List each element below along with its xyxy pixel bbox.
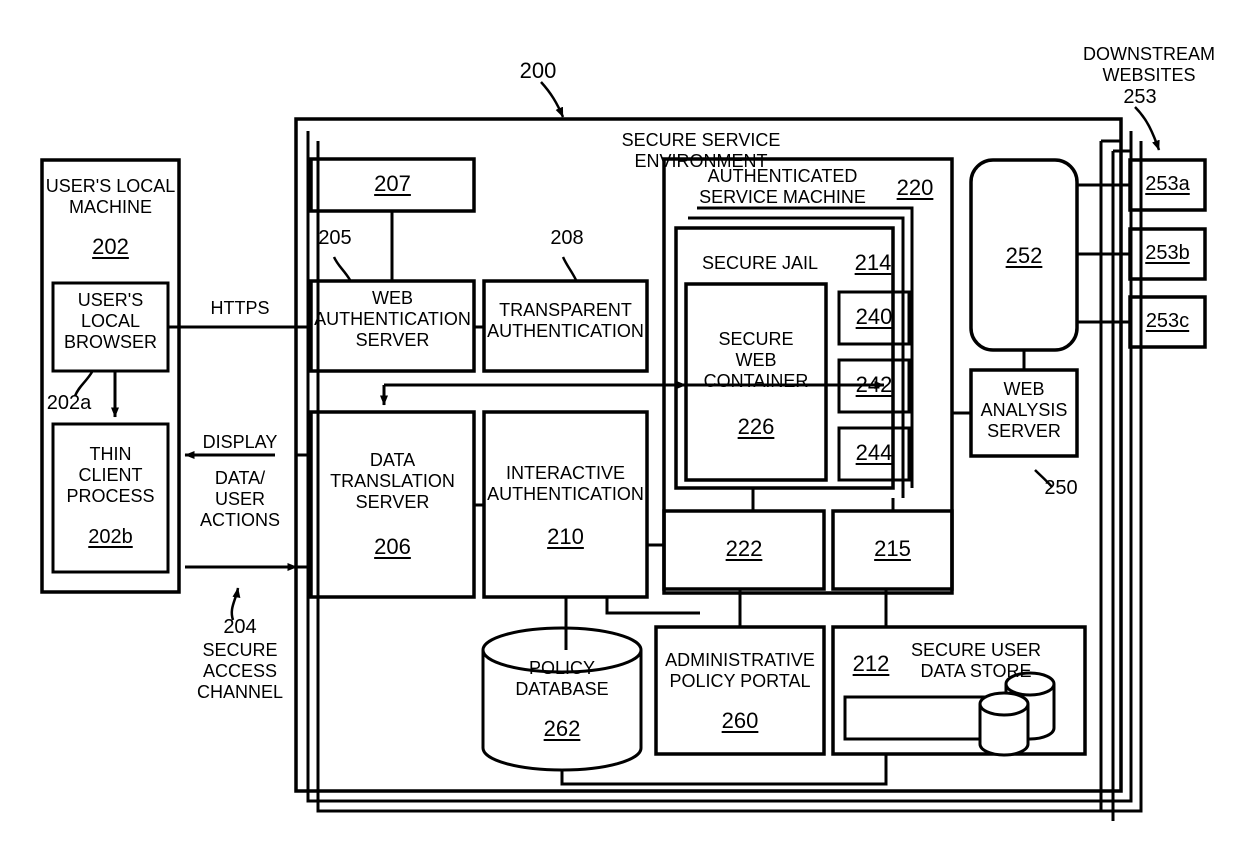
web-auth-server-ref-205: 205 xyxy=(318,227,352,249)
downstream-site-ref-253c: 253c xyxy=(1145,310,1190,332)
authenticated-service-machine-ref-220: 220 xyxy=(896,175,934,200)
transparent-auth-label: TRANSPARENT AUTHENTICATION xyxy=(487,300,644,342)
local-machine-ref-202: 202 xyxy=(92,234,129,259)
data-translation-server-label: DATA TRANSLATION SERVER xyxy=(330,450,455,513)
downstream-websites-label: DOWNSTREAM WEBSITES xyxy=(1083,44,1215,86)
admin-policy-portal-ref-260: 260 xyxy=(721,708,759,733)
authenticated-service-machine-label: AUTHENTICATED SERVICE MACHINE xyxy=(699,166,866,208)
display-label: DISPLAY xyxy=(202,432,278,452)
downstream-websites-ref-253: 253 xyxy=(1123,86,1157,108)
data-translation-server-ref-206: 206 xyxy=(374,534,411,559)
https-label: HTTPS xyxy=(210,298,270,318)
web-analysis-server-label: WEB ANALYSIS SERVER xyxy=(980,379,1068,442)
local-browser-ref-202a: 202a xyxy=(46,392,92,414)
module-ref-242: 242 xyxy=(855,372,893,397)
box-ref-207: 207 xyxy=(374,171,411,196)
secure-jail-ref-214: 214 xyxy=(854,250,892,275)
secure-access-channel-label: SECURE ACCESS CHANNEL xyxy=(196,640,284,703)
data-user-actions-label: DATA/ USER ACTIONS xyxy=(199,468,280,531)
box-ref-215: 215 xyxy=(874,536,911,561)
environment-ref-200: 200 xyxy=(519,58,557,83)
thin-client-label: THIN CLIENT PROCESS xyxy=(66,444,155,507)
secure-user-data-store-ref-212: 212 xyxy=(852,651,890,676)
interactive-auth-ref-210: 210 xyxy=(547,524,584,549)
interactive-auth-label: INTERACTIVE AUTHENTICATION xyxy=(487,463,644,505)
secure-jail-label: SECURE JAIL xyxy=(701,253,819,273)
secure-access-channel-ref-204: 204 xyxy=(223,616,257,638)
transparent-auth-ref-208: 208 xyxy=(550,227,584,249)
secure-web-container-ref-226: 226 xyxy=(737,414,775,439)
policy-database-ref-262: 262 xyxy=(543,716,581,741)
admin-policy-portal-label: ADMINISTRATIVE POLICY PORTAL xyxy=(665,650,815,692)
secure-web-container-label: SECURE WEB CONTAINER xyxy=(703,329,809,392)
downstream-site-ref-253b: 253b xyxy=(1145,242,1190,264)
downstream-site-ref-253a: 253a xyxy=(1145,173,1190,195)
policy-database-label: POLICY DATABASE xyxy=(515,658,609,700)
thin-client-ref-202b: 202b xyxy=(88,526,133,548)
web-auth-server-label: WEB AUTHENTICATION SERVER xyxy=(314,288,471,351)
module-ref-244: 244 xyxy=(855,440,893,465)
module-ref-240: 240 xyxy=(855,304,893,329)
box-ref-222: 222 xyxy=(725,536,763,561)
figure-canvas: SECURE SERVICE ENVIRONMENT 200 USER'S LO… xyxy=(0,0,1240,859)
proxy-ref-252: 252 xyxy=(1005,243,1043,268)
local-browser-label: USER'S LOCAL BROWSER xyxy=(63,290,157,353)
secure-user-data-store-label: SECURE USER DATA STORE xyxy=(910,640,1042,682)
local-machine-label: USER'S LOCAL MACHINE xyxy=(45,176,176,218)
web-analysis-server-ref-250: 250 xyxy=(1044,477,1078,499)
